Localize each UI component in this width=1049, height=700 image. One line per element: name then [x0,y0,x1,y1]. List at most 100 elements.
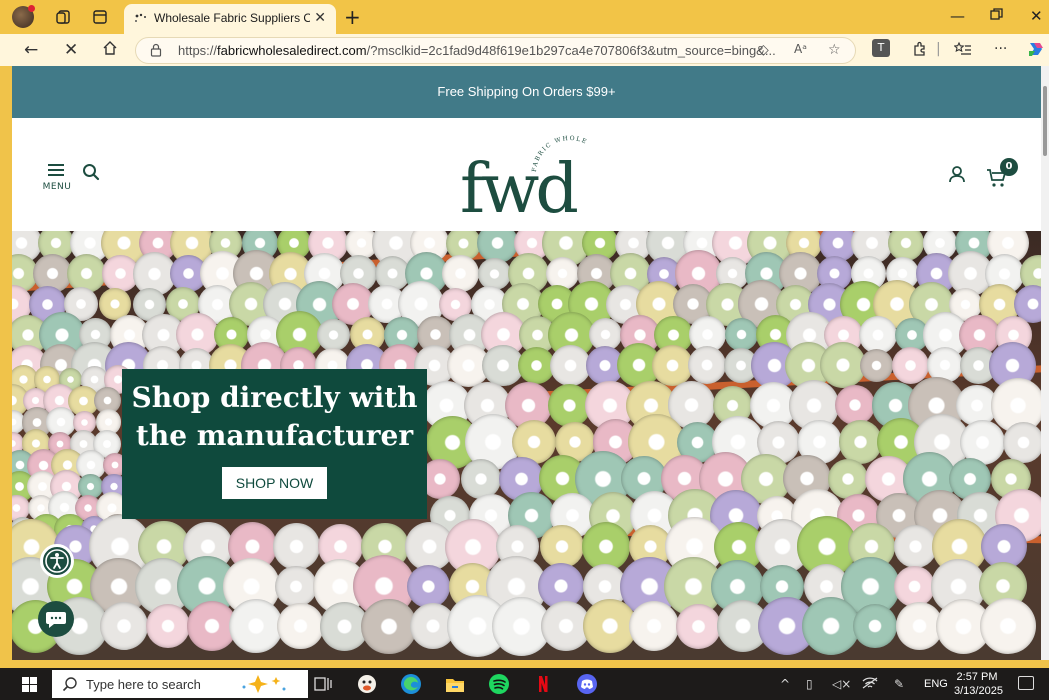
tab-actions-icon[interactable] [92,9,108,25]
clock-date: 3/13/2025 [954,685,1003,697]
fabric-roll [146,604,191,649]
fabric-roll [838,420,883,464]
restore-icon[interactable] [990,7,1003,25]
favorites-list-icon[interactable] [953,41,972,61]
fabric-roll [893,525,937,569]
cart-button[interactable]: 0 [986,158,1018,189]
tray-device-icon[interactable]: ▯ [806,677,813,691]
chat-button[interactable] [38,601,74,637]
hamburger-icon [48,164,64,176]
user-icon [949,166,965,183]
loading-spinner-icon [134,12,148,26]
fabric-roll [1002,421,1041,463]
active-tab[interactable]: Wholesale Fabric Suppliers Online ✕ [124,4,336,34]
fabric-roll [273,523,320,570]
address-bar[interactable]: https://fabricwholesaledirect.com/?msclk… [135,37,856,64]
discord-icon[interactable] [576,673,598,695]
scrollbar-thumb[interactable] [1043,86,1047,156]
hero-headline-line1: Shop directly with [131,381,418,414]
fabric-roll [687,346,726,385]
windows-taskbar: Type here to search ^ ▯ ◁× ✎ ENG 2:57 PM… [0,668,1049,700]
volume-muted-icon[interactable]: ◁× [832,677,851,691]
spotify-icon[interactable] [488,673,510,695]
fabric-roll [361,598,417,654]
toolbar-divider: | [936,41,941,57]
taskbar-search-placeholder: Type here to search [86,677,201,692]
shop-now-button[interactable]: SHOP NOW [221,467,328,499]
site-logo[interactable]: FABRIC WHOLESALE DIRECT fwd [454,119,603,229]
edge-browser-icon[interactable] [400,673,422,695]
netflix-icon[interactable] [532,673,554,695]
extensions-puzzle-icon[interactable] [912,41,928,61]
new-tab-button[interactable]: + [344,5,361,29]
fabric-roll [478,257,511,290]
task-view-icon[interactable] [312,673,334,695]
back-arrow-icon[interactable]: ← [24,40,38,60]
search-highlight-sparkle-icon [238,673,288,699]
browser-nav-bar: ← ✕ https://fabricwholesaledirect.com/?m… [0,34,1049,66]
fabric-roll [99,602,148,650]
tab-title: Wholesale Fabric Suppliers Online [154,11,310,25]
fabric-roll [460,458,501,499]
clock-time: 2:57 PM [956,671,998,683]
menu-label: MENU [42,182,72,192]
extension-t-icon[interactable]: T [872,39,890,57]
notification-center-icon[interactable] [1018,676,1034,690]
page-info-icon[interactable] [150,43,162,60]
fabric-roll [675,603,721,649]
tray-overflow-chevron-icon[interactable]: ^ [780,677,790,691]
fabric-roll [853,604,898,648]
url-text: https://fabricwholesaledirect.com/?msclk… [178,43,776,58]
hero-promo-box: Shop directly with the manufacturer SHOP… [122,369,427,519]
fabric-roll [442,255,479,292]
accessibility-button[interactable] [40,544,74,578]
app-character-icon[interactable] [356,673,378,695]
cart-count-badge: 0 [1000,158,1018,176]
chat-bubble-icon [46,612,66,628]
input-language[interactable]: ENG [924,678,948,690]
tab-close-icon[interactable]: ✕ [314,10,326,26]
hero-banner[interactable]: Shop directly with the manufacturer SHOP… [12,231,1041,660]
fabric-roll [274,565,317,608]
network-icon[interactable] [862,677,878,692]
workspaces-icon[interactable] [56,9,72,25]
taskbar-clock[interactable]: 2:57 PM 3/13/2025 [954,670,1003,698]
accessibility-icon [45,549,69,573]
read-aloud-icon[interactable]: Aᵃ [794,42,807,56]
home-icon[interactable] [102,40,118,61]
page-scrollbar[interactable] [1041,66,1049,660]
stop-loading-icon[interactable]: ✕ [64,40,78,60]
more-options-icon[interactable]: ··· [994,41,1007,57]
fabric-roll [277,602,324,650]
account-button[interactable] [948,165,968,185]
logo-text: fwd [460,150,577,219]
search-icon [83,164,100,181]
minimize-icon[interactable]: — [950,7,965,25]
fabric-roll [979,598,1036,654]
fabric-roll [819,342,866,389]
browser-tab-bar: Wholesale Fabric Suppliers Online ✕ + — … [0,0,1049,34]
pen-icon[interactable]: ✎ [894,677,904,691]
fabric-roll [801,597,861,656]
search-icon [62,676,78,692]
hero-headline-line2: the manufacturer [135,419,414,452]
fabric-roll [834,385,875,426]
copilot-icon[interactable] [1026,39,1046,63]
taskbar-search-box[interactable]: Type here to search [52,670,308,698]
windows-start-icon[interactable] [22,677,37,692]
fabric-roll [406,564,450,608]
fabric-roll [540,524,584,569]
announcement-bar: Free Shipping On Orders $99+ [12,66,1041,118]
page-viewport: Free Shipping On Orders $99+ MENU FABRIC… [12,66,1041,660]
close-window-icon[interactable]: ✕ [1030,7,1043,25]
fabric-roll [652,345,693,386]
fabric-roll [547,383,591,427]
fabric-roll [317,318,350,352]
favorite-star-icon[interactable]: ☆ [828,42,841,58]
search-button[interactable] [82,163,102,183]
shopping-tag-icon[interactable]: ◇ [758,42,769,58]
profile-avatar[interactable] [12,5,35,28]
file-explorer-icon[interactable] [444,673,466,695]
menu-button[interactable]: MENU [40,164,74,192]
fabric-roll [827,458,869,500]
